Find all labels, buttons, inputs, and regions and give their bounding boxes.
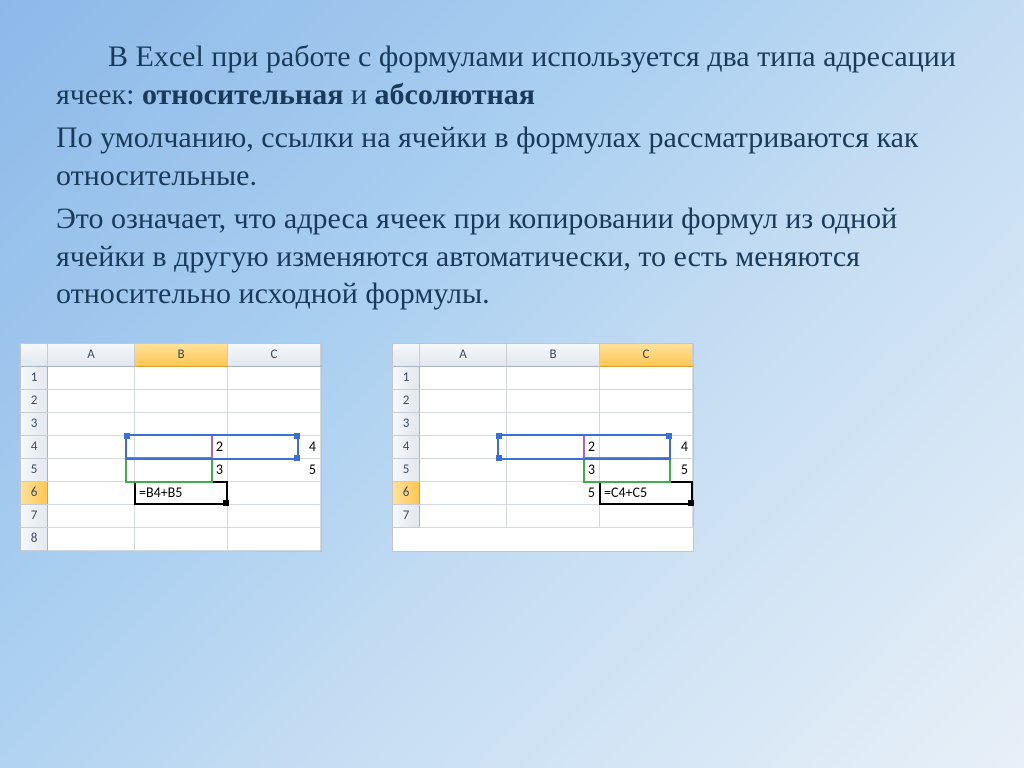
row-header: 2 <box>393 389 420 412</box>
cell <box>48 389 135 412</box>
row-header: 2 <box>21 389 48 412</box>
cell <box>507 412 600 435</box>
paragraph-2: По умолчанию, ссылки на ячейки в формула… <box>56 119 968 194</box>
col-header-a: A <box>48 344 135 367</box>
cell <box>420 458 507 481</box>
cell <box>228 389 321 412</box>
cell <box>420 481 507 504</box>
cell <box>507 366 600 389</box>
column-headers: A B C <box>393 344 693 367</box>
cell <box>135 527 228 550</box>
cell-b4: 2 <box>135 435 228 458</box>
select-all-corner <box>393 344 420 367</box>
cell <box>600 412 693 435</box>
formula-text: =B4+B5 <box>139 484 182 501</box>
cell <box>135 389 228 412</box>
cell <box>48 458 135 481</box>
col-header-b: B <box>507 344 600 367</box>
row-header: 3 <box>393 412 420 435</box>
cell <box>48 412 135 435</box>
col-header-b: B <box>135 344 228 367</box>
row-header: 1 <box>21 366 48 389</box>
select-all-corner <box>21 344 48 367</box>
cell <box>600 504 693 527</box>
cell <box>228 527 321 550</box>
row-header: 8 <box>21 527 48 550</box>
cell-c6-formula: =C4+C5 <box>600 481 693 504</box>
p1-bold-relative: относительная <box>142 78 344 111</box>
row-header: 4 <box>21 435 48 458</box>
cell <box>420 504 507 527</box>
row-header: 4 <box>393 435 420 458</box>
cell <box>48 435 135 458</box>
slide-content: В Excel при работе с формулами используе… <box>0 0 1024 313</box>
row-header: 7 <box>393 504 420 527</box>
formula-text: =C4+C5 <box>604 484 647 501</box>
col-header-c: C <box>228 344 321 367</box>
cell <box>420 389 507 412</box>
cell-c4: 4 <box>228 435 321 458</box>
excel-screenshot-1: A B C 1 2 3 424 535 6 =B4+B5 7 8 <box>20 343 322 552</box>
cell <box>228 504 321 527</box>
cell <box>135 366 228 389</box>
cell <box>135 412 228 435</box>
paragraph-3: Это означает, что адреса ячеек при копир… <box>56 200 968 313</box>
p1-part-c: и <box>343 78 374 111</box>
cell-c4: 4 <box>600 435 693 458</box>
cell <box>420 366 507 389</box>
cell <box>228 412 321 435</box>
cell <box>135 504 228 527</box>
column-headers: A B C <box>21 344 321 367</box>
row-header: 5 <box>21 458 48 481</box>
col-header-a: A <box>420 344 507 367</box>
cell <box>600 389 693 412</box>
row-header: 7 <box>21 504 48 527</box>
excel-screenshots: A B C 1 2 3 424 535 6 =B4+B5 7 8 <box>0 319 1024 552</box>
cell <box>600 366 693 389</box>
cell <box>420 412 507 435</box>
cell <box>507 389 600 412</box>
cell <box>228 481 321 504</box>
p1-bold-absolute: абсолютная <box>375 78 536 111</box>
cell <box>48 481 135 504</box>
row-header: 1 <box>393 366 420 389</box>
cell-b6-formula: =B4+B5 <box>135 481 228 504</box>
excel-screenshot-2: A B C 1 2 3 424 535 6 5 =C4+C5 7 <box>392 343 694 552</box>
row-header: 3 <box>21 412 48 435</box>
cell <box>420 435 507 458</box>
cell <box>48 527 135 550</box>
cell-c5: 5 <box>600 458 693 481</box>
cell <box>228 366 321 389</box>
col-header-c: C <box>600 344 693 367</box>
cell <box>507 504 600 527</box>
paragraph-1: В Excel при работе с формулами используе… <box>56 38 968 113</box>
cell <box>48 504 135 527</box>
cell-b5: 3 <box>507 458 600 481</box>
cell-c5: 5 <box>228 458 321 481</box>
row-header: 6 <box>21 481 48 504</box>
cell-b6: 5 <box>507 481 600 504</box>
cell-b5: 3 <box>135 458 228 481</box>
cell-b4: 2 <box>507 435 600 458</box>
cell <box>48 366 135 389</box>
row-header: 5 <box>393 458 420 481</box>
row-header: 6 <box>393 481 420 504</box>
